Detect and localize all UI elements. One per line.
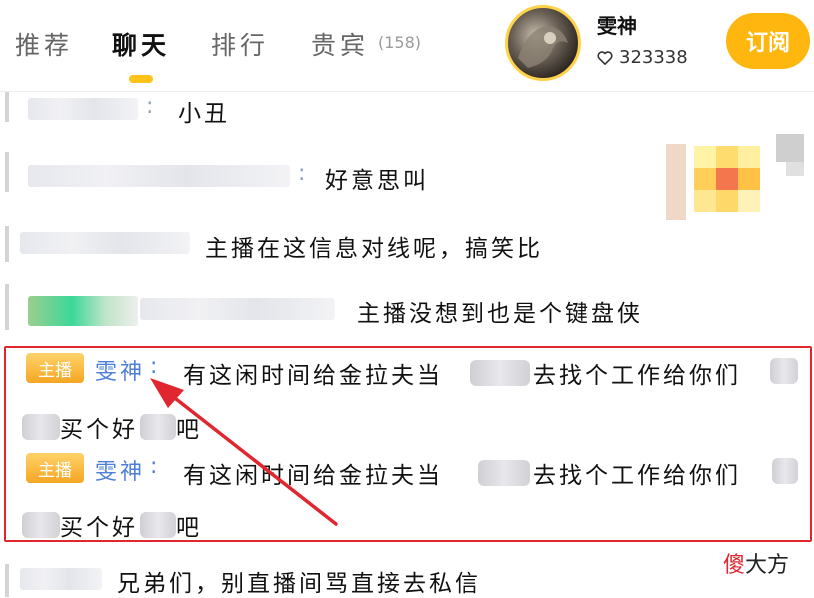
red-arrow-annotation <box>150 378 338 526</box>
row-accent-bar <box>5 152 9 192</box>
subscribe-button[interactable]: 订阅 <box>726 13 810 69</box>
row-accent-bar <box>5 564 9 597</box>
fan-count-value: 323338 <box>619 47 688 68</box>
watermark: 傻大方 <box>723 547 789 579</box>
censored-text <box>22 512 60 538</box>
chat-message: 小丑 <box>178 101 230 127</box>
blurred-username <box>140 298 335 320</box>
blurred-username <box>20 568 102 590</box>
row-accent-bar <box>5 284 9 330</box>
host-name[interactable]: 雯神 <box>95 454 145 486</box>
anchor-avatar[interactable] <box>505 5 581 81</box>
censored-text <box>770 358 798 384</box>
heart-icon <box>597 51 613 65</box>
host-message-part: 买个好 <box>60 515 138 541</box>
chat-row: 主播在这信息对线呢，搞笑比 <box>0 220 814 270</box>
chat-message: 主播在这信息对线呢，搞笑比 <box>205 236 543 262</box>
colon: : <box>146 94 154 119</box>
blurred-username <box>20 232 190 254</box>
host-name[interactable]: 雯神 <box>95 354 145 386</box>
tab-recommend[interactable]: 推荐 <box>15 26 73 62</box>
chat-message: 主播没想到也是个键盘侠 <box>357 301 643 327</box>
tab-ranking[interactable]: 排行 <box>211 26 269 62</box>
chat-row: 兄弟们，别直播间骂直接去私信 <box>0 560 814 597</box>
sticker-image <box>666 134 806 224</box>
host-message-part: 去找个工作给你们 <box>533 363 741 389</box>
censored-text <box>22 414 60 440</box>
row-accent-bar <box>5 226 9 262</box>
row-accent-bar <box>5 92 9 122</box>
host-message-part: 去找个工作给你们 <box>533 463 741 489</box>
active-tab-indicator <box>129 75 153 83</box>
avatar-image-icon <box>518 26 568 68</box>
blurred-badge <box>28 296 138 326</box>
vip-count: (158) <box>378 33 422 52</box>
censored-text <box>478 460 530 486</box>
chat-message: 兄弟们，别直播间骂直接去私信 <box>117 571 481 597</box>
anchor-name: 雯神 <box>597 14 637 38</box>
censored-text <box>772 458 798 484</box>
censored-text <box>470 360 530 386</box>
colon: : <box>298 161 306 186</box>
chat-message: 好意思叫 <box>325 168 429 194</box>
tab-vip[interactable]: 贵宾 <box>311 26 369 62</box>
host-badge: 主播 <box>26 353 84 383</box>
chat-row: : 小丑 <box>0 88 814 128</box>
fan-count: 323338 <box>597 47 688 68</box>
watermark-text: 大方 <box>745 553 790 578</box>
sticker-icon <box>666 134 804 220</box>
blurred-username <box>28 98 138 120</box>
watermark-red-char: 傻 <box>723 553 746 578</box>
host-badge: 主播 <box>26 453 84 483</box>
tab-chat[interactable]: 聊天 <box>112 26 170 62</box>
blurred-username <box>28 165 290 187</box>
chat-row: 主播没想到也是个键盘侠 <box>0 280 814 340</box>
host-message-part: 买个好 <box>60 417 138 443</box>
